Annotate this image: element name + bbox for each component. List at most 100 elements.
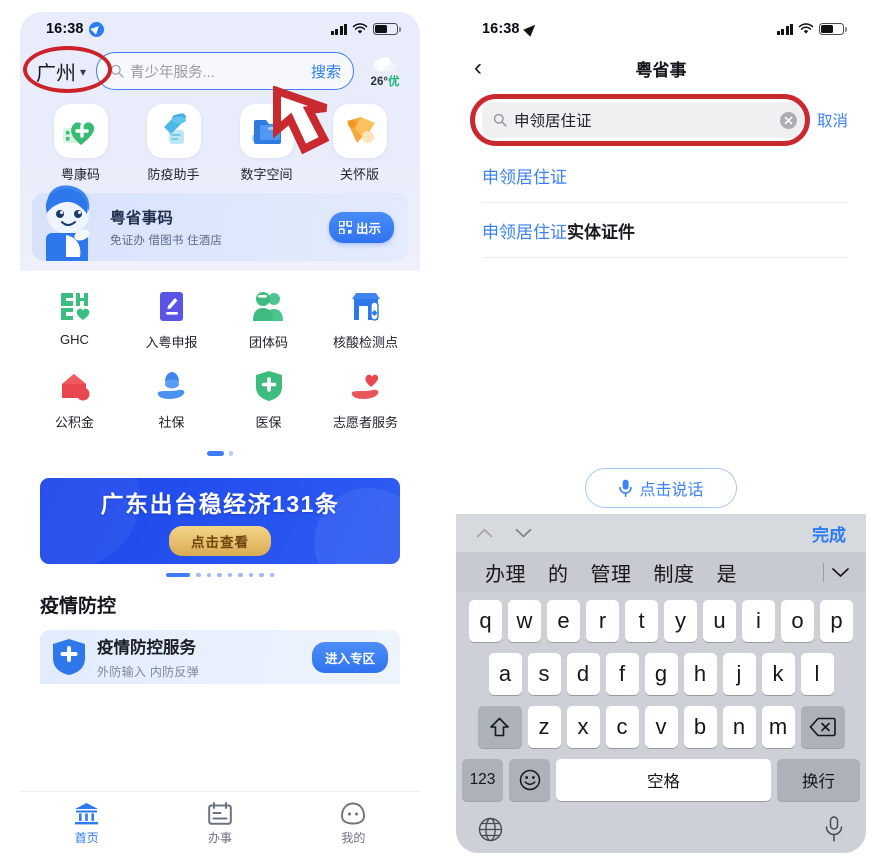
emoji-key[interactable] (509, 759, 550, 801)
battery-icon (819, 22, 847, 36)
shift-key[interactable] (477, 706, 522, 748)
key-o[interactable]: o (781, 600, 814, 642)
key-x[interactable]: x (566, 706, 600, 748)
service-item-shebao[interactable]: 社保 (123, 369, 220, 431)
key-y[interactable]: y (664, 600, 697, 642)
keyboard-row-2: a s d f g h j k l (459, 653, 863, 695)
key-b[interactable]: b (683, 706, 717, 748)
pager-dot (206, 572, 211, 577)
service-item-ghc[interactable]: GHC (26, 289, 123, 351)
candidate-item[interactable]: 是 (706, 558, 749, 587)
service-label: GHC (60, 332, 89, 347)
service-icon-wrap (59, 369, 91, 403)
chevron-down-icon[interactable] (515, 528, 532, 538)
battery-icon (373, 22, 401, 36)
delete-key[interactable] (800, 706, 845, 748)
chevron-down-icon[interactable] (831, 567, 850, 578)
voice-area: 点击说话 (456, 258, 866, 514)
tab-home[interactable]: 首页 (20, 800, 153, 846)
weather-widget[interactable]: 26°优 (362, 53, 408, 89)
tab-profile[interactable]: 我的 (287, 800, 420, 846)
qr-code-icon (338, 220, 352, 234)
service-item-hesuanjianceadian[interactable]: 核酸检测点 (317, 289, 414, 351)
service-grid-pager[interactable] (20, 449, 420, 468)
key-p[interactable]: p (820, 600, 853, 642)
keyboard-row-3: z x c v b n m (459, 706, 863, 748)
key-e[interactable]: e (547, 600, 580, 642)
emoji-smiley-icon (519, 769, 540, 791)
key-l[interactable]: l (800, 653, 834, 695)
candidate-item[interactable]: 管理 (580, 558, 643, 587)
key-m[interactable]: m (761, 706, 795, 748)
search-input[interactable]: 申领居住证 (482, 102, 807, 138)
pager-dot (269, 572, 274, 577)
numbers-key[interactable]: 123 (462, 759, 503, 801)
globe-language-icon[interactable] (478, 817, 503, 842)
voice-input-button[interactable]: 点击说话 (585, 468, 737, 508)
cancel-button[interactable]: 取消 (817, 109, 848, 131)
key-k[interactable]: k (761, 653, 795, 695)
yuesheng-code-card[interactable]: 粤省事码 免证办 借图书 住酒店 出示 (32, 185, 408, 261)
service-item-ruyueshenbao[interactable]: 入粤申报 (123, 289, 220, 351)
key-q[interactable]: q (469, 600, 502, 642)
search-button[interactable]: 搜索 (311, 61, 341, 82)
key-n[interactable]: n (722, 706, 756, 748)
keyboard: 完成 办理 的 管理 制度 是 q w e r t y u i o p a s … (456, 514, 866, 853)
quick-entry-shuzikongjian[interactable]: 数字空间 (229, 104, 305, 183)
home-bank-icon (74, 800, 99, 825)
microphone-icon[interactable] (824, 816, 844, 842)
suggestion-item[interactable]: 申领居住证实体证件 (482, 203, 848, 258)
key-s[interactable]: s (527, 653, 561, 695)
epidemic-card-text: 疫情防控服务 外防输入 内防反弹 (86, 634, 312, 680)
epidemic-service-card[interactable]: 疫情防控服务 外防输入 内防反弹 进入专区 (40, 630, 400, 684)
key-r[interactable]: r (586, 600, 619, 642)
service-item-gongjijin[interactable]: 公积金 (26, 369, 123, 431)
keyboard-row-4: 123 空格 换行 (459, 759, 863, 801)
key-w[interactable]: w (508, 600, 541, 642)
quick-entry-guanhuaiban[interactable]: 关怀版 (322, 104, 398, 183)
show-code-button[interactable]: 出示 (328, 211, 394, 243)
clear-circle-icon[interactable] (779, 111, 797, 129)
key-j[interactable]: j (722, 653, 756, 695)
enter-key[interactable]: 换行 (777, 759, 860, 801)
candidate-item[interactable]: 制度 (643, 558, 706, 587)
promo-banner[interactable]: 广东出台稳经济131条 点击查看 (40, 477, 400, 564)
service-label: 入粤申报 (145, 335, 198, 350)
key-a[interactable]: a (488, 653, 522, 695)
service-icon-wrap (252, 289, 286, 323)
quick-entry-yuekangma[interactable]: 粤康码 (43, 104, 119, 183)
quick-entry-tile (239, 104, 294, 158)
candidate-item[interactable]: 办理 (474, 558, 537, 587)
key-t[interactable]: t (625, 600, 658, 642)
keyboard-done-button[interactable]: 完成 (812, 521, 846, 546)
tab-services[interactable]: 办事 (153, 800, 286, 846)
key-f[interactable]: f (605, 653, 639, 695)
key-i[interactable]: i (742, 600, 775, 642)
ghc-logo-icon (60, 293, 89, 320)
suggestion-item[interactable]: 申领居住证 (482, 148, 848, 203)
service-item-yibao[interactable]: 医保 (220, 369, 317, 431)
service-item-zhiyuanzhefuwu[interactable]: 志愿者服务 (317, 369, 414, 431)
banner-cta-button[interactable]: 点击查看 (169, 526, 271, 556)
location-arrow-icon (88, 21, 104, 37)
banner-pager[interactable] (40, 564, 400, 582)
key-d[interactable]: d (566, 653, 600, 695)
suggestion-rest: 实体证件 (567, 223, 635, 242)
key-h[interactable]: h (683, 653, 717, 695)
chevron-up-icon[interactable] (476, 528, 493, 538)
key-g[interactable]: g (644, 653, 678, 695)
key-v[interactable]: v (644, 706, 678, 748)
enter-zone-button[interactable]: 进入专区 (311, 641, 388, 673)
space-key[interactable]: 空格 (556, 759, 771, 801)
pager-dot (248, 572, 253, 577)
city-selector[interactable]: 广州 ▾ (23, 45, 112, 93)
keyboard-rows: q w e r t y u i o p a s d f g h j k l z … (456, 592, 866, 809)
quick-entry-row: 粤康码 防疫助手 数字空间 关怀版 (20, 100, 420, 191)
search-input[interactable]: 青少年服务... 搜索 (96, 52, 354, 90)
candidate-item[interactable]: 的 (537, 558, 580, 587)
service-item-tuantima[interactable]: 团体码 (220, 289, 317, 351)
key-z[interactable]: z (527, 706, 561, 748)
quick-entry-fangyizhushou[interactable]: 防疫助手 (136, 104, 212, 183)
key-u[interactable]: u (703, 600, 736, 642)
key-c[interactable]: c (605, 706, 639, 748)
